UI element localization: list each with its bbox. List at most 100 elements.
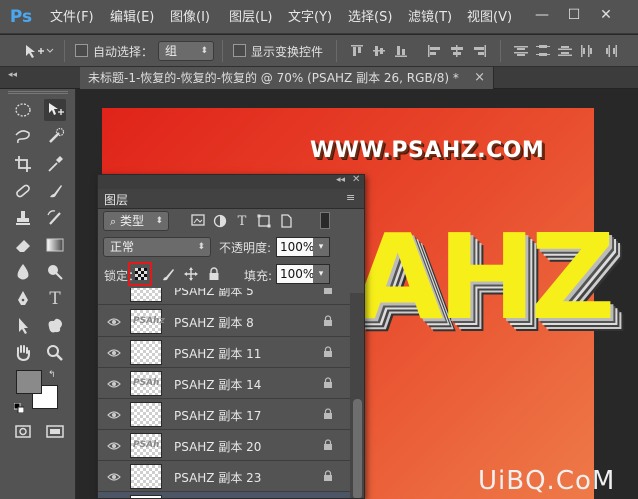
fill-dropdown-arrow-icon[interactable]: ▾ xyxy=(313,265,329,283)
layer-lock-icon xyxy=(323,439,333,451)
blend-mode-value: 正常 xyxy=(110,240,135,254)
layer-thumbnail: PSAh xyxy=(130,433,162,458)
distribute-bottom-icon[interactable] xyxy=(558,45,572,57)
blend-mode-dropdown[interactable]: 正常 ⬍ xyxy=(103,237,211,257)
filter-smart-object-icon[interactable] xyxy=(278,214,294,230)
path-selection-tool-icon[interactable] xyxy=(12,315,34,337)
filter-shape-icon[interactable] xyxy=(256,214,272,230)
layers-panel-header[interactable]: ◂◂ ✕ xyxy=(98,175,364,189)
layer-list-scrollbar-thumb[interactable] xyxy=(353,399,362,498)
align-hcenter-icon[interactable] xyxy=(450,45,464,57)
distribute-vcenter-icon[interactable] xyxy=(536,45,550,57)
filter-pixel-icon[interactable] xyxy=(190,214,206,230)
lock-transparent-icon[interactable] xyxy=(135,268,147,280)
align-right-icon[interactable] xyxy=(472,45,486,57)
layer-list[interactable]: PSAHZ 副本 5 PSAhz PSAHZ 副本 8 PSAHZ 副本 11 … xyxy=(98,288,350,498)
layer-row[interactable]: PSAh PSAHZ 副本 20 xyxy=(98,430,350,461)
clone-stamp-tool-icon[interactable] xyxy=(12,207,34,229)
visibility-eye-icon[interactable] xyxy=(107,316,121,326)
hand-tool-icon[interactable] xyxy=(12,342,34,364)
align-vcenter-icon[interactable] xyxy=(372,45,386,57)
close-window-button[interactable]: ✕ xyxy=(596,5,616,25)
layer-row-selected[interactable] xyxy=(98,492,350,498)
custom-shape-tool-icon[interactable] xyxy=(44,315,66,337)
collapse-toolbar-icon[interactable]: ◂◂ xyxy=(8,70,22,80)
fill-value: 100% xyxy=(280,267,315,281)
document-tab[interactable]: 未标题-1-恢复的-恢复的-恢复的 @ 70% (PSAHZ 副本 26, RG… xyxy=(80,67,494,89)
collapse-panel-icon[interactable]: ◂◂ xyxy=(336,175,345,185)
align-left-icon[interactable] xyxy=(428,45,442,57)
menu-file[interactable]: 文件(F) xyxy=(50,9,94,27)
layer-row[interactable]: PSAHZ 副本 23 xyxy=(98,461,350,492)
menu-layer[interactable]: 图层(L) xyxy=(229,9,272,27)
maximize-button[interactable]: ☐ xyxy=(564,5,584,25)
eraser-tool-icon[interactable] xyxy=(12,234,34,256)
menu-image[interactable]: 图像(I) xyxy=(170,9,210,27)
menu-view[interactable]: 视图(V) xyxy=(467,9,512,27)
foreground-color-swatch-top[interactable] xyxy=(16,370,42,394)
opacity-field[interactable]: 100% ▾ xyxy=(276,237,330,257)
distribute-top-icon[interactable] xyxy=(514,45,528,57)
lock-all-icon[interactable] xyxy=(208,267,220,281)
align-top-icon[interactable] xyxy=(350,45,364,57)
swap-colors-icon[interactable]: ↰ xyxy=(48,370,58,380)
screen-mode-icon[interactable] xyxy=(44,420,66,442)
layer-row[interactable]: PSAHZ 副本 5 xyxy=(98,288,350,305)
auto-select-checkbox[interactable] xyxy=(75,44,88,57)
show-transform-checkbox[interactable] xyxy=(233,44,246,57)
crop-tool-icon[interactable] xyxy=(12,153,34,175)
move-tool-icon[interactable] xyxy=(44,99,66,121)
history-brush-tool-icon[interactable] xyxy=(44,207,66,229)
layer-thumbnail xyxy=(130,288,162,302)
fill-field[interactable]: 100% ▾ xyxy=(276,264,330,284)
layer-thumbnail xyxy=(130,340,162,365)
marquee-tool-icon[interactable] xyxy=(12,99,34,121)
visibility-eye-icon[interactable] xyxy=(107,409,121,419)
lock-image-pixels-icon[interactable] xyxy=(161,267,175,281)
visibility-eye-icon[interactable] xyxy=(107,347,121,357)
layers-tab[interactable]: 图层 ≡ xyxy=(98,189,364,209)
close-panel-icon[interactable]: ✕ xyxy=(352,175,360,185)
visibility-eye-icon[interactable] xyxy=(107,471,121,481)
layers-tab-label: 图层 xyxy=(104,193,129,207)
menu-select[interactable]: 选择(S) xyxy=(348,9,392,27)
align-bottom-icon[interactable] xyxy=(394,45,408,57)
gradient-tool-icon[interactable] xyxy=(44,234,66,256)
filter-adjustment-icon[interactable] xyxy=(212,214,228,230)
layer-lock-icon xyxy=(323,470,333,482)
menu-edit[interactable]: 编辑(E) xyxy=(110,9,154,27)
default-colors-icon[interactable] xyxy=(13,402,25,414)
dodge-tool-icon[interactable] xyxy=(44,261,66,283)
layer-row[interactable]: PSAHZ 副本 17 xyxy=(98,399,350,430)
filter-toggle-switch[interactable] xyxy=(320,212,330,229)
filter-kind-dropdown[interactable]: ⌕ 类型 ⬍ xyxy=(103,211,169,231)
quick-selection-tool-icon[interactable] xyxy=(44,126,66,148)
zoom-tool-icon[interactable] xyxy=(44,342,66,364)
auto-select-dropdown[interactable]: 组 ⬍ xyxy=(158,41,214,61)
panel-menu-icon[interactable]: ≡ xyxy=(346,191,355,204)
distribute-right-icon[interactable] xyxy=(604,45,618,57)
move-tool-preset-icon[interactable] xyxy=(24,43,54,59)
type-tool-icon[interactable]: T xyxy=(44,288,66,310)
healing-brush-tool-icon[interactable] xyxy=(12,180,34,202)
distribute-left-icon[interactable] xyxy=(580,45,594,57)
eyedropper-tool-icon[interactable] xyxy=(44,153,66,175)
layer-row[interactable]: PSAhz PSAHZ 副本 8 xyxy=(98,306,350,337)
opacity-dropdown-arrow-icon[interactable]: ▾ xyxy=(313,238,329,256)
menu-filter[interactable]: 滤镜(T) xyxy=(408,9,452,27)
minimize-button[interactable]: — xyxy=(532,5,552,25)
close-tab-icon[interactable]: × xyxy=(474,67,485,89)
brush-tool-icon[interactable] xyxy=(44,180,66,202)
quick-mask-icon[interactable] xyxy=(12,420,34,442)
visibility-eye-icon[interactable] xyxy=(107,440,121,450)
lasso-tool-icon[interactable] xyxy=(12,126,34,148)
pen-tool-icon[interactable] xyxy=(12,288,34,310)
layer-row[interactable]: PSAHZ 副本 11 xyxy=(98,337,350,368)
lock-position-icon[interactable] xyxy=(184,267,198,281)
filter-type-icon[interactable]: T xyxy=(234,214,250,230)
layer-row[interactable]: PSAh PSAHZ 副本 14 xyxy=(98,368,350,399)
visibility-eye-icon[interactable] xyxy=(107,378,121,388)
blur-tool-icon[interactable] xyxy=(12,261,34,283)
toolbar-grip[interactable] xyxy=(8,91,68,94)
menu-type[interactable]: 文字(Y) xyxy=(288,9,332,27)
